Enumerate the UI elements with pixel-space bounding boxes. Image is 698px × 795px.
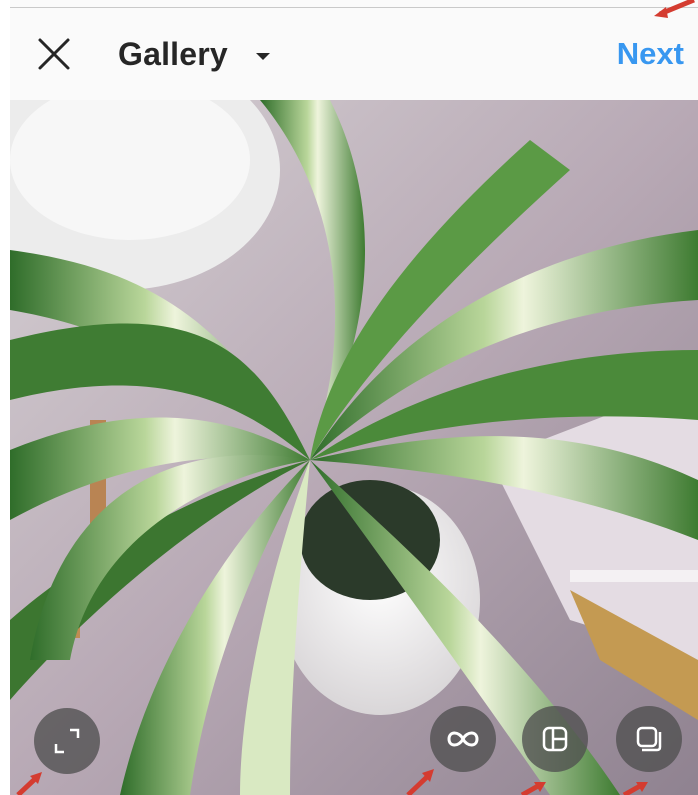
boomerang-button[interactable] xyxy=(430,706,496,772)
page-title: Gallery xyxy=(118,35,228,72)
selected-photo-preview[interactable] xyxy=(10,100,698,795)
layout-button[interactable] xyxy=(522,706,588,772)
next-button[interactable]: Next xyxy=(617,36,684,72)
close-button[interactable] xyxy=(32,32,76,76)
close-icon xyxy=(38,38,70,70)
gallery-screen: Gallery Next xyxy=(10,0,698,795)
expand-button[interactable] xyxy=(34,708,100,774)
gallery-dropdown[interactable]: Gallery xyxy=(118,34,270,74)
expand-icon xyxy=(54,728,80,754)
photo-image xyxy=(10,100,698,795)
gallery-header: Gallery Next xyxy=(10,8,698,100)
multi-select-button[interactable] xyxy=(616,706,682,772)
infinity-icon xyxy=(447,731,479,747)
caret-down-icon xyxy=(255,52,270,60)
layout-icon xyxy=(542,726,568,752)
multi-select-icon xyxy=(636,726,662,752)
